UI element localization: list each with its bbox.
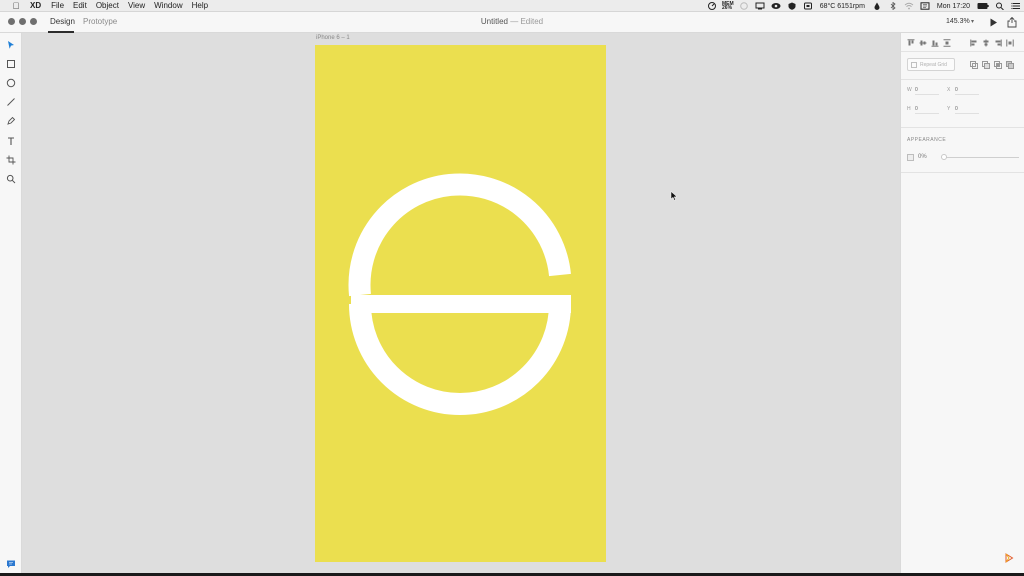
- bluetooth-icon[interactable]: [888, 2, 898, 10]
- preview-play-icon[interactable]: [989, 18, 998, 27]
- menu-edit[interactable]: Edit: [73, 0, 87, 12]
- artboard-tool[interactable]: [5, 154, 17, 166]
- distribute-horizontal-icon[interactable]: [1006, 39, 1014, 47]
- spotlight-search-icon[interactable]: [995, 2, 1005, 10]
- boolean-add-icon[interactable]: [970, 61, 978, 69]
- panel-divider: [901, 51, 1024, 52]
- align-middle-icon[interactable]: [919, 39, 927, 47]
- property-inspector: Repeat Grid W0 X0 H0 Y0 APPEARANCE 0%: [900, 33, 1024, 573]
- plugins-icon[interactable]: [1004, 553, 1014, 563]
- opacity-value[interactable]: 0%: [918, 154, 927, 160]
- share-icon[interactable]: [1007, 17, 1017, 28]
- panel-divider: [901, 79, 1024, 80]
- height-label: H: [907, 106, 911, 112]
- height-field[interactable]: H0: [907, 106, 939, 114]
- align-toolbar: [901, 39, 1024, 49]
- align-bottom-icon[interactable]: [931, 39, 939, 47]
- flag-icon[interactable]: [920, 2, 930, 10]
- opacity-slider-handle[interactable]: [941, 154, 947, 160]
- align-left-icon[interactable]: [970, 39, 978, 47]
- logo-shape[interactable]: [315, 45, 606, 562]
- repeat-grid-label: Repeat Grid: [920, 61, 947, 68]
- app-menu[interactable]: XD: [30, 0, 41, 12]
- droplet-icon[interactable]: [872, 2, 882, 10]
- x-label: X: [947, 87, 951, 93]
- clock[interactable]: Mon 17:20: [937, 3, 970, 10]
- width-field[interactable]: W0: [907, 87, 939, 95]
- artboard[interactable]: [315, 45, 606, 562]
- menu-help[interactable]: Help: [192, 0, 208, 12]
- mouse-cursor-icon: [670, 191, 678, 201]
- opacity-slider-track[interactable]: [943, 157, 1019, 158]
- canvas[interactable]: iPhone 6 – 1: [22, 33, 900, 573]
- text-tool[interactable]: [5, 135, 17, 147]
- notification-center-icon[interactable]: [1011, 2, 1021, 10]
- ellipse-tool[interactable]: [5, 77, 17, 89]
- y-label: Y: [947, 106, 951, 112]
- apple-menu-icon[interactable]: : [11, 0, 21, 12]
- status-area: MEM 26% 68°C 6151rpm Mon 17:20: [704, 0, 1024, 12]
- zoom-dropdown-icon[interactable]: ▾: [971, 18, 974, 25]
- battery-icon[interactable]: [977, 2, 989, 10]
- opacity-control: 0%: [907, 154, 1019, 162]
- menu-file[interactable]: File: [51, 0, 64, 12]
- repeat-grid-icon: [911, 61, 917, 68]
- zoom-tool[interactable]: [5, 173, 17, 185]
- x-field[interactable]: X0: [947, 87, 979, 95]
- x-input[interactable]: 0: [955, 87, 979, 95]
- boolean-exclude-icon[interactable]: [1006, 61, 1014, 69]
- magnifier-icon: [6, 174, 16, 184]
- temperature-readout[interactable]: 68°C 6151rpm: [820, 3, 865, 10]
- menu-object[interactable]: Object: [96, 0, 119, 12]
- zoom-level[interactable]: 145.3%: [946, 18, 970, 25]
- height-input[interactable]: 0: [915, 106, 939, 114]
- align-right-icon[interactable]: [994, 39, 1002, 47]
- tool-rail: [0, 33, 22, 573]
- panel-divider: [901, 127, 1024, 128]
- width-input[interactable]: 0: [915, 87, 939, 95]
- feedback-chat-icon[interactable]: [6, 559, 16, 569]
- shield-icon[interactable]: [787, 2, 797, 10]
- line-icon: [7, 98, 15, 106]
- menu-window[interactable]: Window: [154, 0, 182, 12]
- gauge-icon[interactable]: [707, 2, 717, 10]
- pen-tool[interactable]: [5, 115, 17, 127]
- app-toolbar: Design Prototype Untitled — Edited 145.3…: [0, 12, 1024, 33]
- align-top-icon[interactable]: [907, 39, 915, 47]
- document-title: Untitled — Edited: [0, 17, 1024, 26]
- distribute-vertical-icon[interactable]: [943, 39, 951, 47]
- select-tool[interactable]: [5, 39, 17, 51]
- eye-icon[interactable]: [771, 2, 781, 10]
- menu-view[interactable]: View: [128, 0, 145, 12]
- appearance-heading: APPEARANCE: [907, 137, 947, 143]
- chip-icon[interactable]: [803, 2, 813, 10]
- line-tool[interactable]: [5, 96, 17, 108]
- boolean-intersect-icon[interactable]: [994, 61, 1002, 69]
- panel-divider: [901, 172, 1024, 173]
- memory-indicator[interactable]: MEM 26%: [722, 2, 734, 11]
- y-field[interactable]: Y0: [947, 106, 979, 114]
- artboard-label[interactable]: iPhone 6 – 1: [316, 35, 350, 41]
- opacity-checkbox[interactable]: [907, 154, 914, 161]
- pointer-icon: [8, 41, 14, 49]
- pen-icon: [7, 116, 16, 125]
- align-center-icon[interactable]: [982, 39, 990, 47]
- ellipse-icon: [6, 78, 16, 88]
- document-name: Untitled: [480, 17, 508, 26]
- rectangle-tool[interactable]: [5, 58, 17, 70]
- width-label: W: [907, 87, 912, 93]
- artboard-icon: [6, 155, 16, 165]
- wifi-icon[interactable]: [904, 2, 914, 10]
- sync-icon[interactable]: [739, 2, 749, 10]
- text-icon: [8, 137, 14, 145]
- y-input[interactable]: 0: [955, 106, 979, 114]
- rectangle-icon: [7, 60, 15, 68]
- document-status: — Edited: [510, 17, 544, 26]
- display-icon[interactable]: [755, 2, 765, 10]
- memory-value: 26%: [722, 5, 733, 11]
- menu-bar:  XD File Edit Object View Window Help M…: [0, 0, 1024, 12]
- boolean-subtract-icon[interactable]: [982, 61, 990, 69]
- repeat-grid-button[interactable]: Repeat Grid: [907, 58, 955, 71]
